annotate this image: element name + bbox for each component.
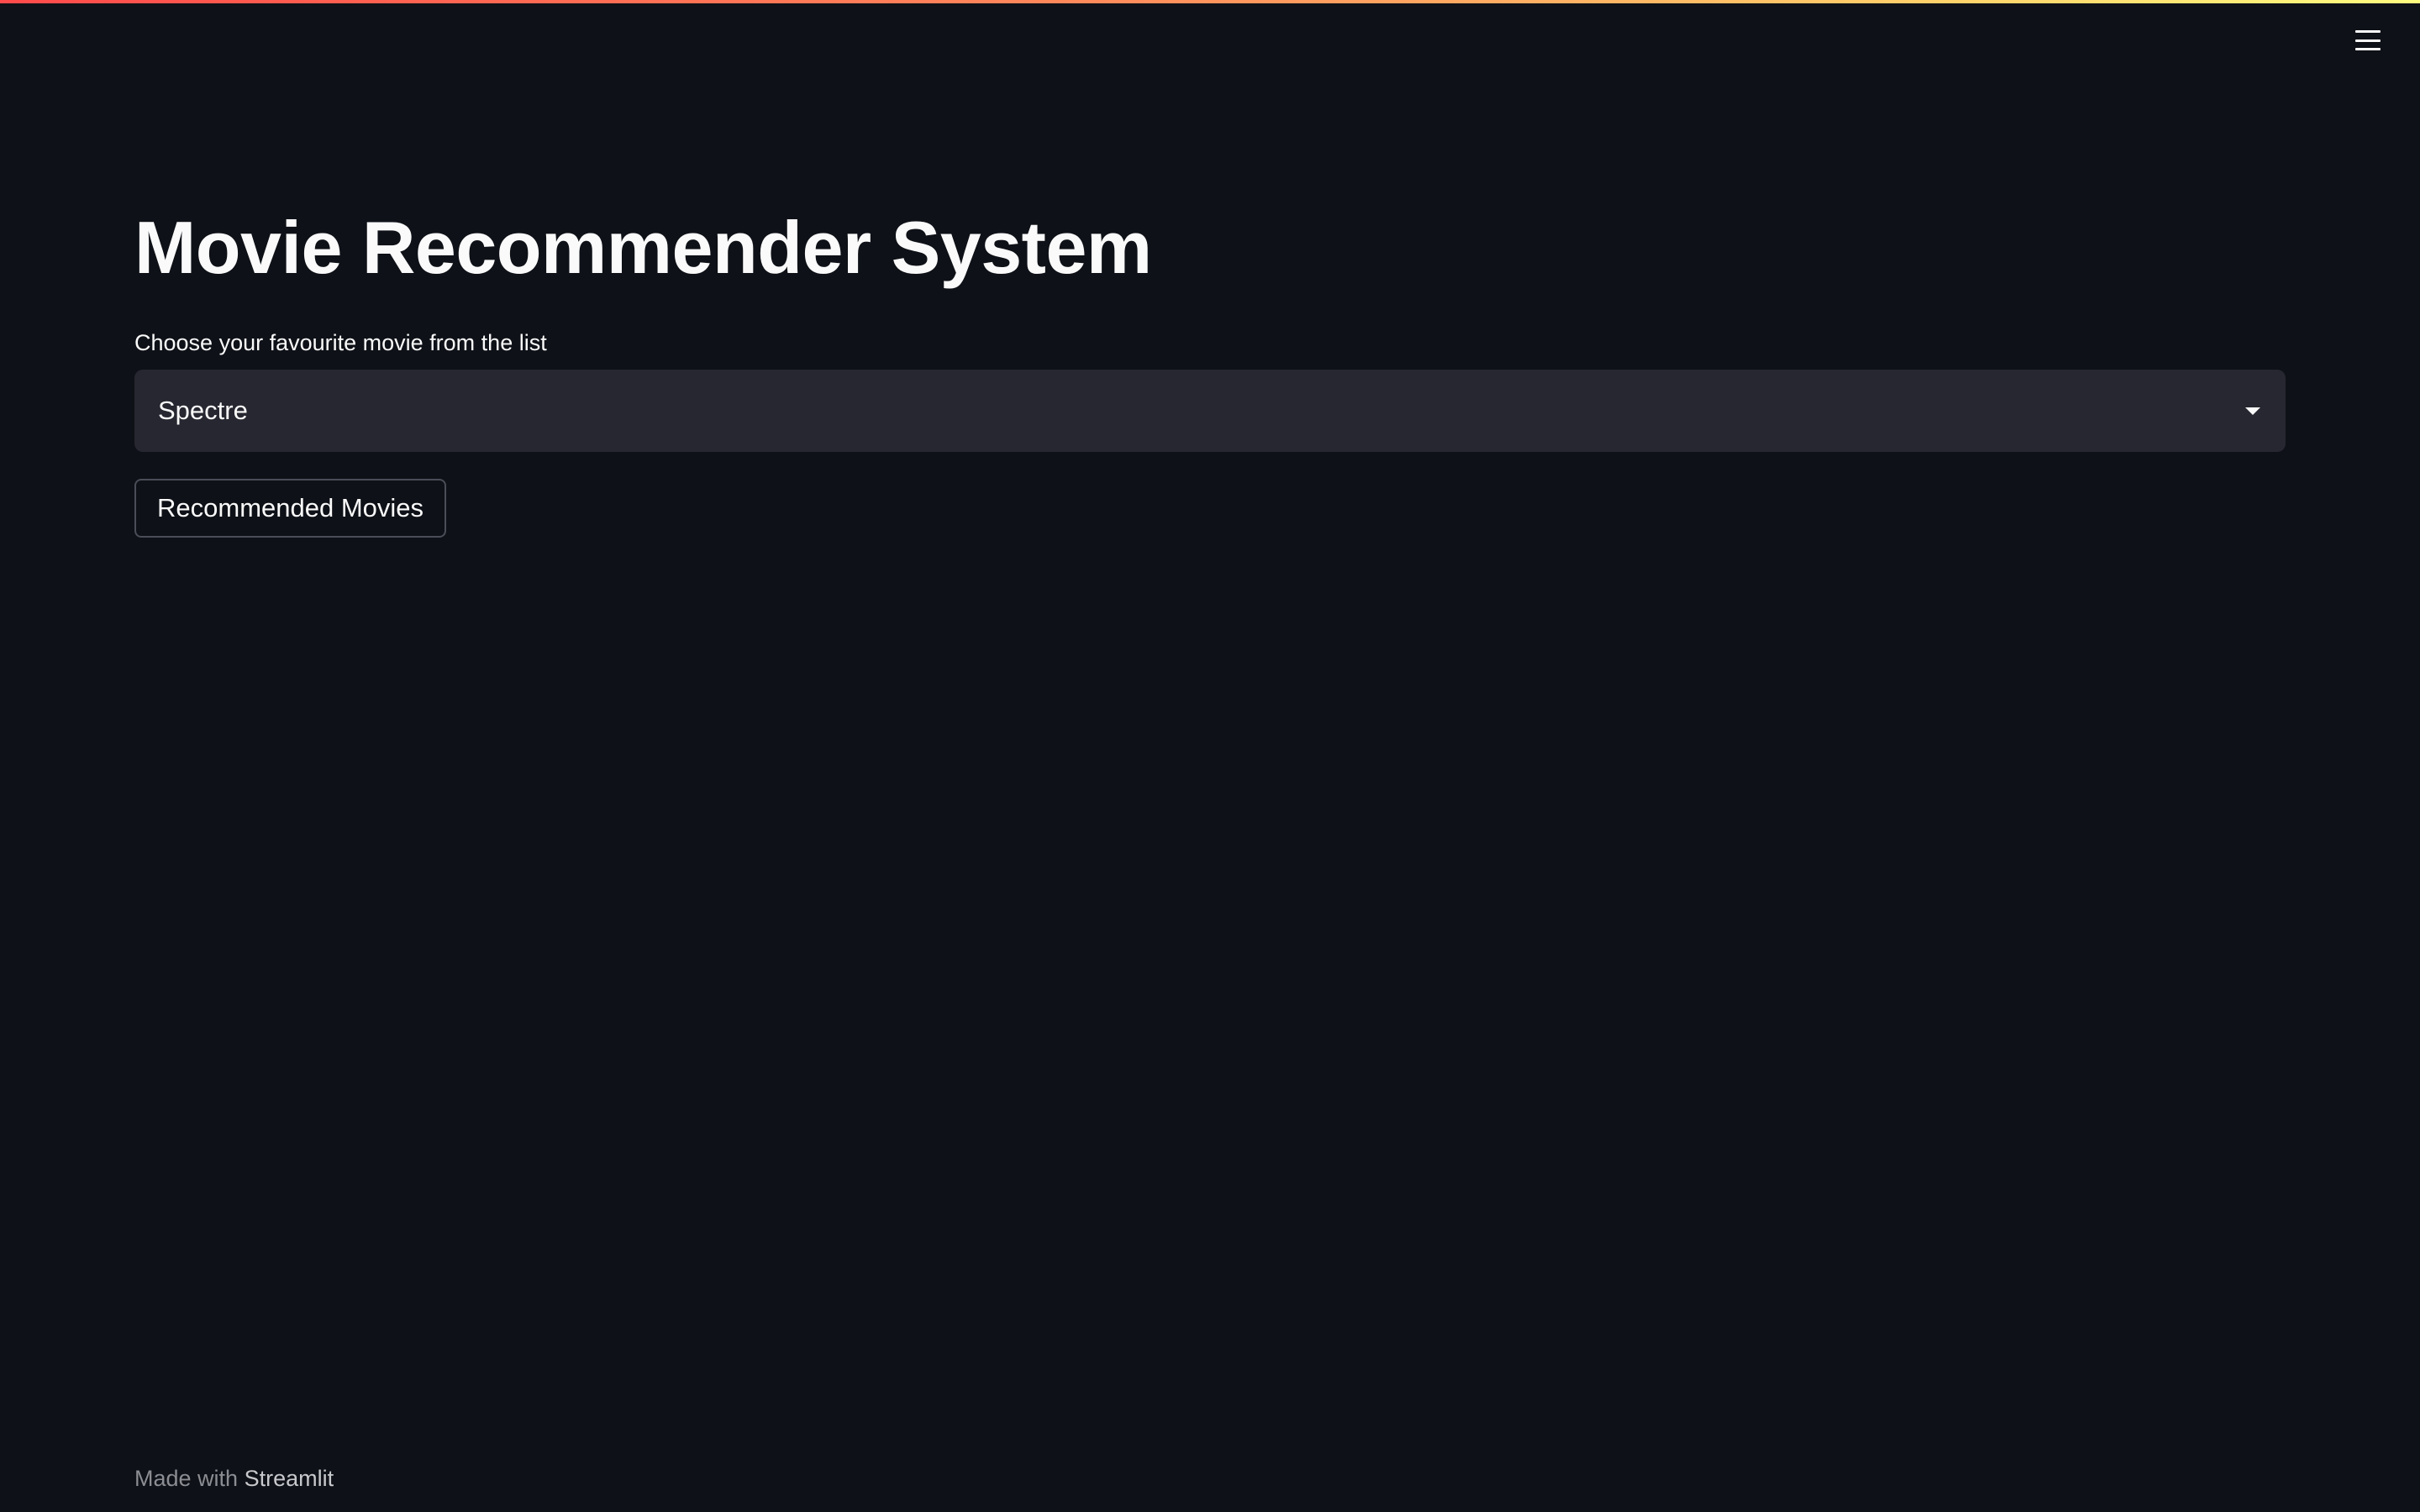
movie-select-value: Spectre [158, 396, 248, 425]
hamburger-menu-icon [2355, 30, 2381, 50]
footer-prefix: Made with [134, 1466, 239, 1491]
recommended-movies-button[interactable]: Recommended Movies [134, 479, 447, 538]
chevron-down-icon [2245, 407, 2260, 415]
top-decoration-bar [0, 0, 2420, 3]
movie-selectbox[interactable]: Spectre [134, 370, 2286, 452]
footer-streamlit-link[interactable]: Streamlit [245, 1466, 334, 1491]
main-content: Movie Recommender System Choose your fav… [134, 202, 2286, 538]
footer: Made with Streamlit [134, 1463, 334, 1494]
main-menu-button[interactable] [2341, 20, 2395, 60]
page-title: Movie Recommender System [134, 206, 1152, 289]
movie-select-label: Choose your favourite movie from the lis… [134, 330, 547, 355]
